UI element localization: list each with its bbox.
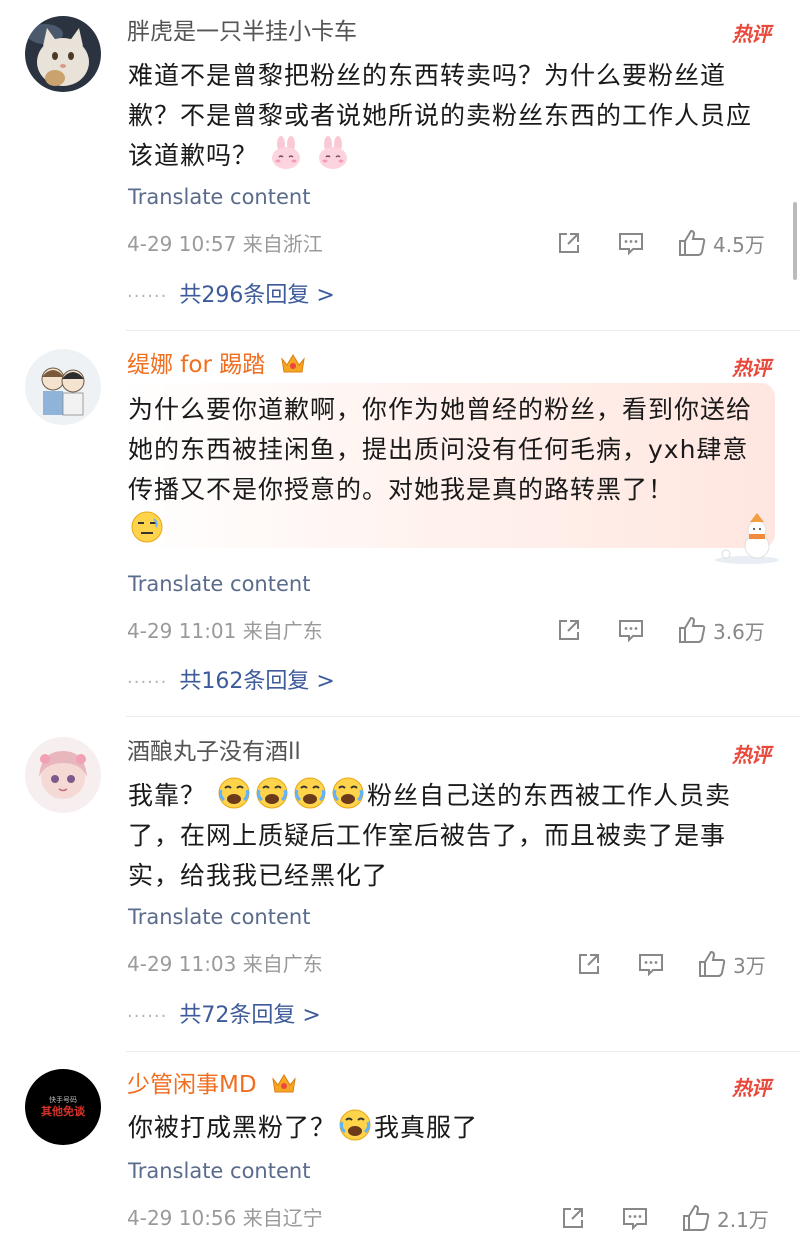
divider	[126, 716, 800, 717]
comment-text: 难道不是曾黎把粉丝的东西转卖吗？为什么要粉丝道歉？不是曾黎或者说她所说的卖粉丝东…	[128, 61, 753, 170]
avatar-anime-girl[interactable]	[25, 737, 101, 813]
scrollbar[interactable]	[793, 202, 797, 280]
comment-button[interactable]	[617, 617, 645, 643]
avatar-cat[interactable]	[25, 16, 101, 92]
translate-link[interactable]: Translate content	[128, 1157, 310, 1185]
comment-text: 为什么要你道歉啊，你作为她曾经的粉丝，看到你送给她的东西被挂闲鱼，提出质问没有任…	[128, 390, 768, 550]
comment-icon	[619, 233, 643, 256]
comment-meta: 4-29 11:03 来自广东	[127, 952, 323, 976]
username[interactable]: 胖虎是一只半挂小卡车	[127, 16, 357, 48]
thumbs-up-icon	[699, 950, 726, 977]
like-count: 4.5万	[713, 232, 765, 257]
like-count: 2.1万	[717, 1207, 769, 1232]
comment-meta: 4-29 10:56 来自辽宁	[127, 1206, 323, 1230]
share-icon	[563, 1208, 583, 1228]
hot-comment-badge: 热评	[732, 1076, 771, 1100]
bunny-emoji-icon	[269, 136, 303, 170]
comment-icon	[623, 1208, 647, 1231]
share-button[interactable]	[556, 617, 582, 643]
hot-comment-badge: 热评	[732, 356, 771, 380]
bunny-emoji-icon	[316, 136, 350, 170]
crown-vip-icon	[270, 1071, 298, 1104]
crying-laughing-emoji-icon	[293, 776, 327, 810]
divider	[126, 330, 800, 331]
thumbs-up-icon	[683, 1204, 710, 1231]
smirk-emoji-icon	[130, 510, 164, 544]
like-button[interactable]: 2.1万	[681, 1203, 769, 1233]
hot-comment-badge: 热评	[732, 22, 771, 46]
translate-link[interactable]: Translate content	[128, 183, 310, 211]
comment-button[interactable]	[617, 230, 645, 256]
thumbs-up-icon	[679, 229, 706, 256]
like-count: 3.6万	[713, 619, 765, 644]
thumbs-up-icon	[679, 616, 706, 643]
crying-laughing-emoji-icon	[338, 1108, 372, 1142]
hot-comment-badge: 热评	[732, 743, 771, 767]
username[interactable]: 酒酿丸子没有酒ll	[127, 736, 301, 768]
like-button[interactable]: 4.5万	[677, 228, 765, 258]
comment-icon	[619, 620, 643, 643]
view-replies-link[interactable]: ······ 共296条回复 >	[127, 281, 335, 312]
avatar-drawing[interactable]	[25, 349, 101, 425]
crying-laughing-emoji-icon	[331, 776, 365, 810]
username[interactable]: 缇娜 for 踢踏	[127, 349, 307, 384]
like-button[interactable]: 3万	[697, 949, 766, 979]
crying-laughing-emoji-icon	[255, 776, 289, 810]
share-icon	[579, 954, 599, 974]
view-replies-link[interactable]: ······ 共72条回复 >	[127, 1001, 321, 1032]
comment-button[interactable]	[637, 951, 665, 977]
crown-vip-icon	[279, 351, 307, 384]
view-replies-link[interactable]: ······ 共162条回复 >	[127, 667, 335, 698]
comment-text: 你被打成黑粉了？ 我真服了	[128, 1108, 768, 1148]
comment-icon	[639, 954, 663, 977]
comment-button[interactable]	[621, 1205, 649, 1231]
crying-laughing-emoji-icon	[217, 776, 251, 810]
share-icon	[559, 233, 579, 253]
share-button[interactable]	[560, 1205, 586, 1231]
comment-text: 我靠？ 粉丝自己送的东西被工作人员卖了，在网上质疑后工作室后被告了，而且被卖了是…	[128, 776, 768, 896]
comment-meta: 4-29 11:01 来自广东	[127, 619, 323, 643]
translate-link[interactable]: Translate content	[128, 903, 310, 931]
like-count: 3万	[733, 953, 766, 978]
comment-meta: 4-29 10:57 来自浙江	[127, 232, 323, 256]
divider	[126, 1051, 800, 1052]
translate-link[interactable]: Translate content	[128, 570, 310, 598]
username[interactable]: 少管闲事MD	[127, 1069, 298, 1104]
share-icon	[559, 620, 579, 640]
share-button[interactable]	[556, 230, 582, 256]
share-button[interactable]	[576, 951, 602, 977]
like-button[interactable]: 3.6万	[677, 615, 765, 645]
avatar-text-logo[interactable]: 快手号码 其他免谈	[25, 1069, 101, 1145]
